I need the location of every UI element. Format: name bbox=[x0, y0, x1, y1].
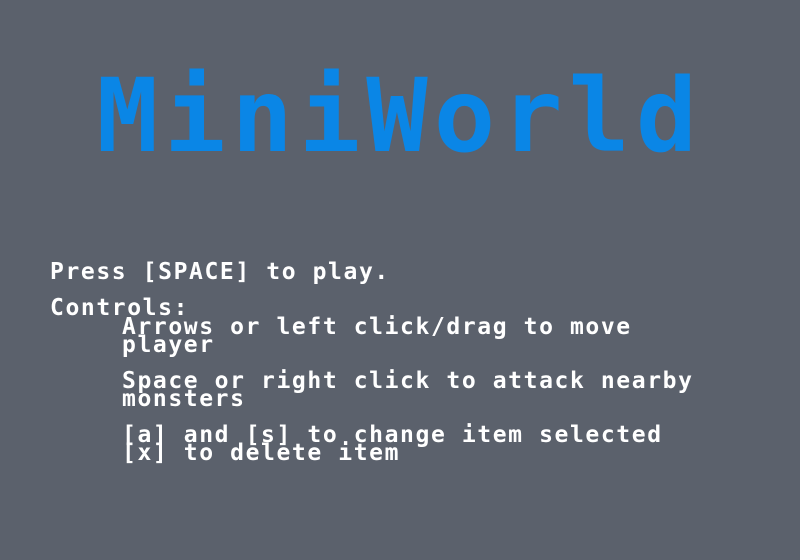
control-delete-item: [x] to delete item bbox=[122, 440, 401, 466]
start-prompt: Press [SPACE] to play. bbox=[50, 259, 390, 285]
control-move-line-2: player bbox=[122, 332, 215, 358]
game-title: MiniWorld bbox=[96, 57, 704, 176]
control-attack-line-2: monsters bbox=[122, 386, 246, 412]
